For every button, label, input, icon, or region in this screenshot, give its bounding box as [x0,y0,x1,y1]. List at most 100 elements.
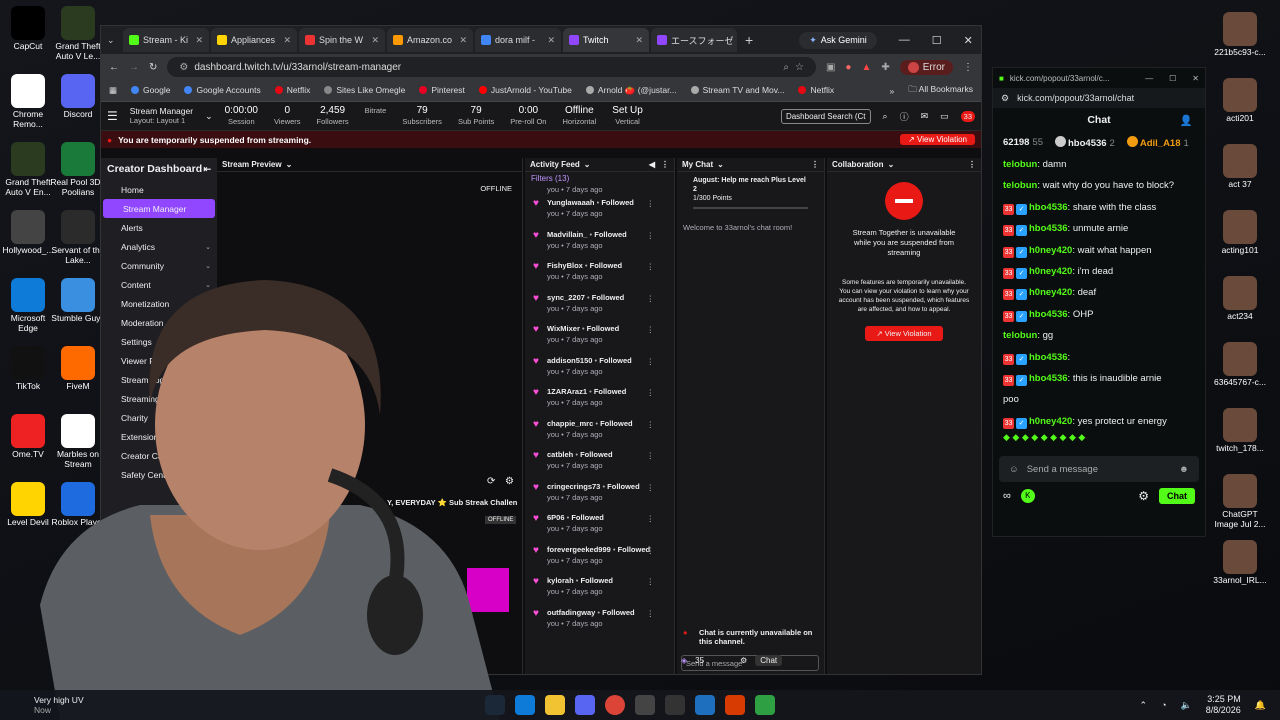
wifi-icon[interactable]: ◔ [1161,700,1166,710]
maximize-icon[interactable]: ☐ [932,34,942,47]
top-gifter[interactable]: 62198 55 [1003,137,1043,148]
bookmark-item[interactable]: Sites Like Omegle [324,85,405,96]
top-gifter[interactable]: Adil_A18 1 [1126,135,1189,149]
sidebar-item-community[interactable]: Community ⌄ [101,256,217,275]
bookmark-item[interactable]: JustArnold - YouTube [478,85,572,96]
chat-message[interactable]: telobun: wait why do you have to block? [993,175,1205,196]
send-icon[interactable]: ☻ [1179,464,1189,475]
tray-chevron-icon[interactable]: ⌃ [1140,700,1148,711]
menu-icon[interactable]: ⋮ [963,62,973,73]
discord-icon[interactable] [575,695,595,715]
chevron-down-icon[interactable]: ⌄ [205,111,213,122]
desktop-icon[interactable]: Grand Theft Auto V Le... [50,6,106,62]
more-icon[interactable]: ⋮ [647,324,655,335]
notification-badge[interactable]: 33 [960,110,975,122]
forward-icon[interactable]: → [129,62,139,73]
desktop-icon[interactable]: Grand Theft Auto V En... [0,142,56,198]
chrome-icon[interactable] [605,695,625,715]
browser-tab[interactable]: Twitch ✕ [563,28,649,52]
collapse-icon[interactable]: ⇤ [203,164,211,175]
reload-icon[interactable]: ↻ [149,62,157,73]
extension-icon[interactable]: ● [845,62,851,73]
feed-item[interactable]: ♥ kylorah • Followed you • 7 days ago ⋮ [525,572,674,604]
browser-tab[interactable]: Stream - Ki ✕ [123,28,209,52]
close-tab-icon[interactable]: ✕ [371,35,379,46]
feed-item[interactable]: ♥ catbleh • Followed you • 7 days ago ⋮ [525,446,674,478]
whispers-icon[interactable]: ▭ [940,111,949,122]
more-icon[interactable]: ⋮ [811,160,819,169]
view-violation-button[interactable]: ↗ View Violation [900,134,975,145]
top-gifter[interactable]: hbo4536 2 [1055,135,1115,149]
new-tab-button[interactable]: + [745,32,753,48]
chat-message[interactable]: 33 ✓ h0ney420: deaf [993,282,1205,303]
feed-item[interactable]: ♥ chappie_mrc • Followed you • 7 days ago ⋮ [525,415,674,447]
more-icon[interactable]: ⋮ [647,576,655,587]
stat-session[interactable]: 0:00:00 Session [225,106,258,126]
kick-chat-input[interactable]: ☺ Send a message ☻ [999,456,1199,483]
bookmark-item[interactable]: Netflix [798,85,834,96]
kick-k-icon[interactable]: K [1020,489,1035,504]
chevron-down-icon[interactable]: ⌄ [717,160,724,169]
bookmark-item[interactable]: Google Accounts [184,85,261,96]
desktop-icon[interactable]: act 37 [1212,144,1268,190]
desktop-icon[interactable]: ChatGPT Image Jul 2... [1212,474,1268,530]
bookmark-item[interactable]: Netflix [274,85,310,96]
notifications-icon[interactable]: 🔔 [1255,700,1266,711]
goal-banner[interactable]: August: Help me reach Plus Level 2 1/300 … [677,172,824,213]
feed-item[interactable]: ♥ forevergeeked999 • Followed you • 7 days… [525,541,674,573]
more-icon[interactable]: ⋮ [647,513,655,524]
close-tab-icon[interactable]: ✕ [459,35,467,46]
desktop-icon[interactable]: twitch_178... [1212,408,1268,454]
feed-item[interactable]: ♥ sync_2207 • Followed you • 7 days ago ⋮ [525,289,674,321]
chat-message[interactable]: 33 ✓ h0ney420: wait what happen [993,240,1205,261]
settings-icon[interactable]: ⚙ [740,656,747,665]
chat-message[interactable]: 33 ✓ hbo4536: this is inaudible arnie [993,368,1205,389]
desktop-icon[interactable]: Discord [50,74,106,120]
bookmark-item[interactable]: Arnold 🍅 (@justar... [585,85,677,96]
chat-button[interactable]: Chat [755,655,783,666]
app-icon[interactable] [755,695,775,715]
more-icon[interactable]: ⋮ [647,356,655,367]
desktop-icon[interactable]: 221b5c93-c... [1212,12,1268,58]
extension-icon[interactable]: ▲ [861,62,871,73]
chevron-down-icon[interactable]: ⌄ [286,160,293,169]
close-tab-icon[interactable]: ✕ [547,35,555,46]
feed-item[interactable]: ♥ FishyBlox • Followed you • 7 days ago ⋮ [525,257,674,289]
url-bar[interactable]: ⚙ dashboard.twitch.tv/u/33arnol/stream-ma… [167,57,816,77]
desktop-icon[interactable]: act234 [1212,276,1268,322]
desktop-icon[interactable]: 63645767-c... [1212,342,1268,388]
feed-item[interactable]: ♥ Yunglawaaah • Followed you • 7 days ago ⋮ [525,194,674,226]
site-info-icon[interactable]: ⚙ [179,62,188,73]
emote-bar[interactable]: ◆ ◆ ◆ ◆ ◆ ◆ ◆ ◆ ◆ [993,432,1205,448]
chat-message[interactable]: telobun: gg [993,325,1205,346]
browser-tab[interactable]: Amazon.co ✕ [387,28,473,52]
close-icon[interactable]: ✕ [964,34,973,47]
more-icon[interactable]: ⋮ [647,198,655,209]
more-icon[interactable]: ⋮ [661,160,669,169]
feed-item[interactable]: ♥ cringecrings73 • Followed you • 7 days a… [525,478,674,510]
close-tab-icon[interactable]: ✕ [195,35,203,46]
chat-message[interactable]: 33 ✓ hbo4536: unmute arnie [993,218,1205,239]
chat-message[interactable]: 33 ✓ hbo4536: [993,347,1205,368]
minimize-icon[interactable]: — [899,34,910,46]
feed-item[interactable]: ♥ Madvillain_ • Followed you • 7 days ago ⋮ [525,226,674,258]
desktop-icon[interactable]: Servant of the Lake... [50,210,106,266]
close-tab-icon[interactable]: ✕ [635,35,643,46]
edge-icon[interactable] [515,695,535,715]
stat-followers[interactable]: 2,459 Followers [317,106,349,126]
zoom-icon[interactable]: ⌕ [783,62,789,73]
apps-icon[interactable]: ▦ [109,85,117,96]
feed-item[interactable]: ♥ 1ZARAraz1 • Followed you • 7 days ago ⋮ [525,383,674,415]
app-icon[interactable] [665,695,685,715]
browser-tab[interactable]: dora milf - ✕ [475,28,561,52]
app-icon[interactable] [635,695,655,715]
site-info-icon[interactable]: ⚙ [1001,93,1009,104]
minimize-icon[interactable]: — [1145,74,1153,83]
chat-message[interactable]: 33 ✓ h0ney420: i'm dead [993,261,1205,282]
bookmark-item[interactable]: Pinterest [419,85,465,96]
gear-icon[interactable]: ⚙ [1138,489,1149,503]
back-icon[interactable]: ← [109,62,119,73]
user-settings-icon[interactable]: 👤 [1180,114,1193,127]
desktop-icon[interactable]: Real Pool 3D - Poolians [50,142,106,198]
filters-link[interactable]: Filters (13) [525,172,674,185]
